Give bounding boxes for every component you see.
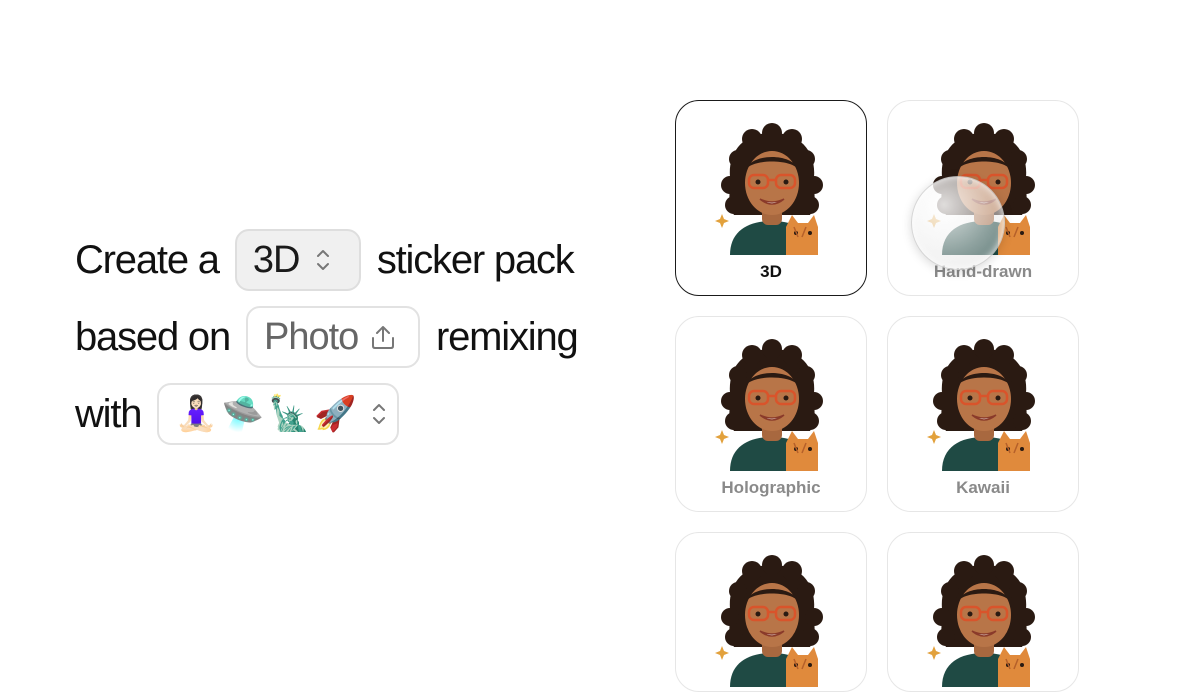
sentence-text-create: Create a (75, 237, 220, 282)
emoji-rocket: 🚀 (314, 395, 357, 433)
upload-icon (368, 322, 398, 352)
style-card-3d[interactable]: 3D (675, 100, 867, 296)
style-card-kawaii[interactable]: Kawaii (887, 316, 1079, 512)
sentence-text-sticker-pack: sticker pack (376, 237, 575, 282)
style-card-5[interactable] (675, 532, 867, 692)
sentence-text-based-on: based on (75, 314, 231, 359)
style-card-6[interactable] (887, 532, 1079, 692)
sentence-line-2: based on Photo remixing (75, 305, 579, 369)
emoji-picker[interactable]: 🧘🏻‍♀️ 🛸 🗽 🚀 (157, 383, 400, 445)
style-card-label: Holographic (721, 478, 821, 497)
style-card-label: Hand-drawn (933, 262, 1033, 281)
style-card-label: 3D (760, 262, 782, 281)
sentence-line-1: Create a 3D sticker pack (75, 228, 578, 292)
sentence-line-3: with 🧘🏻‍♀️ 🛸 🗽 🚀 (75, 382, 578, 446)
emoji-statue-of-liberty: 🗽 (268, 395, 311, 433)
style-card-holographic[interactable]: Holographic (675, 316, 867, 512)
sentence-text-remixing: remixing (436, 314, 579, 359)
emoji-flying-saucer: 🛸 (221, 395, 265, 433)
style-picker-value: 3D (252, 238, 301, 281)
chevron-up-down-icon (371, 401, 387, 427)
sticker-preview-image (924, 551, 1044, 687)
emoji-meditating-woman: 🧘🏻‍♀️ (175, 395, 218, 433)
source-picker-value: Photo (264, 315, 359, 358)
chevron-up-down-icon (315, 247, 331, 273)
source-picker[interactable]: Photo (246, 306, 420, 368)
sticker-preview-image (712, 551, 832, 687)
sticker-preview-image (712, 119, 832, 255)
sticker-preview-image (924, 335, 1044, 471)
sticker-preview-image (712, 335, 832, 471)
style-picker[interactable]: 3D (234, 229, 361, 291)
sentence-text-with: with (75, 391, 143, 436)
prompt-sentence: Create a 3D sticker pack based on Photo … (75, 228, 579, 459)
touch-cursor-indicator (911, 176, 1005, 270)
style-card-label: Kawaii (956, 478, 1010, 497)
